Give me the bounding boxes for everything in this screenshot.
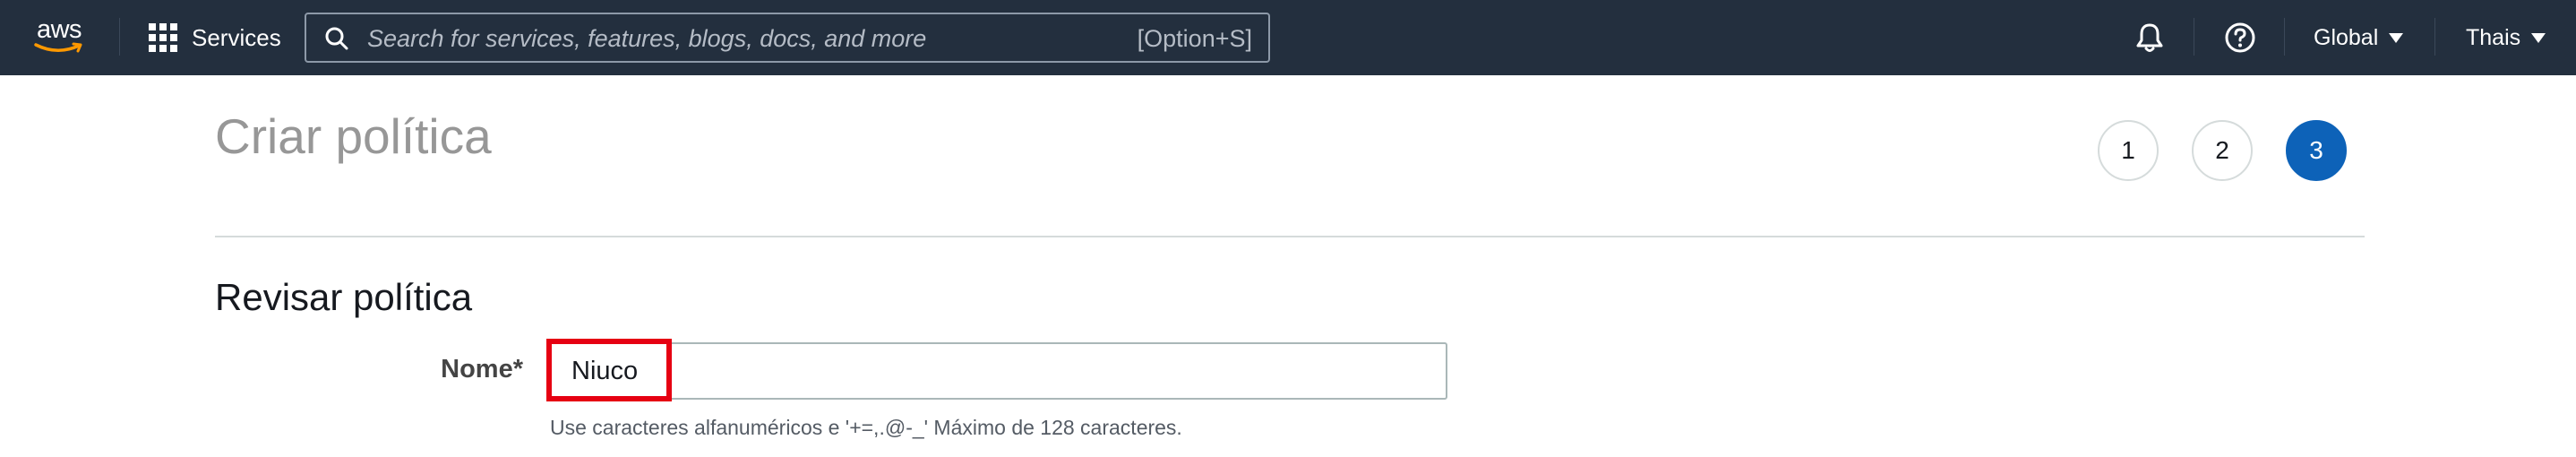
- search-shortcut-hint: [Option+S]: [1137, 25, 1252, 52]
- bell-icon: [2136, 23, 2163, 52]
- aws-smile-icon: [34, 42, 82, 53]
- caret-down-icon: [2389, 32, 2404, 43]
- search-icon: [325, 27, 348, 50]
- services-label: Services: [192, 23, 281, 51]
- page-title: Criar política: [215, 108, 492, 164]
- search-input[interactable]: [367, 22, 1138, 56]
- policy-name-hint: Use caracteres alfanuméricos e '+=,.@-_'…: [550, 416, 1182, 439]
- policy-name-label: Nome*: [441, 355, 523, 384]
- region-label: Global: [2314, 24, 2379, 50]
- services-menu-button[interactable]: Services: [149, 18, 281, 57]
- notifications-button[interactable]: [2132, 20, 2168, 56]
- nav-separator: [2434, 18, 2435, 56]
- step-indicator-1[interactable]: 1: [2098, 120, 2159, 181]
- step-indicator-3-active[interactable]: 3: [2286, 120, 2347, 181]
- nav-separator: [2284, 18, 2285, 56]
- policy-name-input[interactable]: [546, 342, 1447, 400]
- aws-logo-text: aws: [36, 15, 82, 44]
- header-divider: [215, 236, 2365, 237]
- search-box[interactable]: [Option+S]: [305, 13, 1270, 63]
- help-icon: [2225, 22, 2255, 53]
- step-indicator-2[interactable]: 2: [2192, 120, 2253, 181]
- top-navigation-bar: aws Services [Option+S]: [0, 0, 2576, 75]
- section-title: Revisar política: [215, 276, 473, 318]
- caret-down-icon: [2531, 32, 2546, 43]
- region-dropdown[interactable]: Global: [2314, 22, 2404, 54]
- grid-icon: [149, 23, 177, 52]
- user-menu-dropdown[interactable]: Thais: [2466, 22, 2546, 54]
- help-button[interactable]: [2222, 20, 2258, 56]
- aws-logo[interactable]: aws: [30, 16, 88, 57]
- user-name-label: Thais: [2466, 24, 2521, 50]
- nav-separator: [119, 18, 120, 56]
